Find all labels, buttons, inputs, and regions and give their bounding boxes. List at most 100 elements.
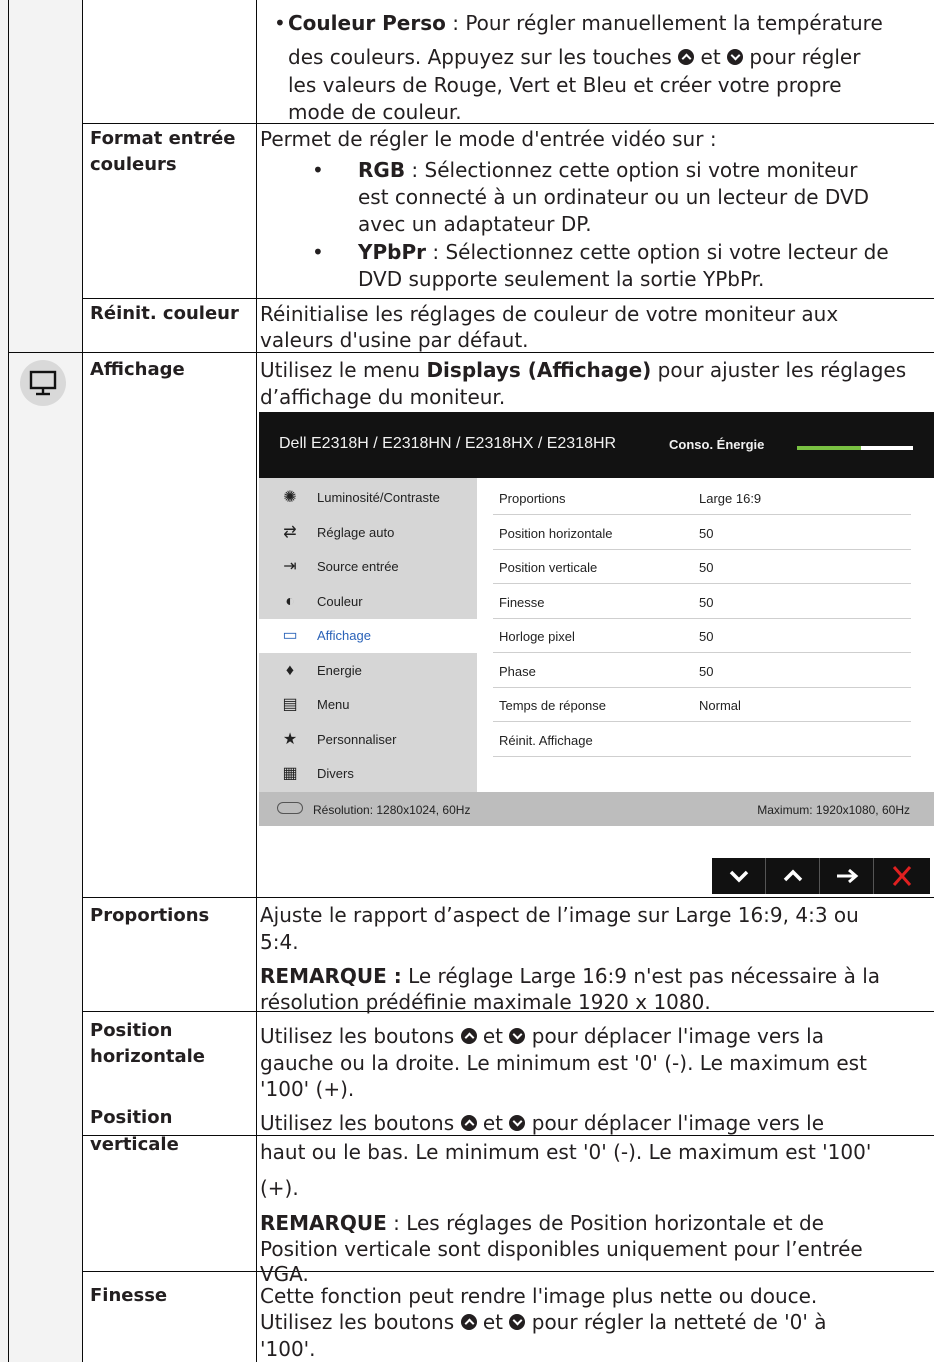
osd-nav-buttons (712, 858, 930, 894)
osd-menu-label: Menu (317, 697, 350, 712)
down-button-icon (509, 1314, 526, 1330)
osd-menu-item[interactable]: ⇥ Source entrée (259, 550, 477, 584)
rgb-line3: avec un adaptateur DP. (358, 212, 592, 236)
osd-resolution: Résolution: 1280x1024, 60Hz (313, 803, 471, 817)
osd-menu-item[interactable]: ▤ Menu (259, 688, 477, 722)
rgb-line2: est connecté à un ordinateur ou un lecte… (358, 185, 870, 209)
position-v-line2: haut ou le bas. Le minimum est '0' (-). … (260, 1140, 872, 1164)
osd-setting-value: 50 (699, 594, 714, 610)
star-icon: ★ (282, 730, 298, 748)
osd-setting-name: Position verticale (499, 560, 598, 575)
color-icon: ◐ (285, 592, 295, 610)
osd-setting-row[interactable]: Horloge pixel 50 (493, 619, 911, 653)
osd-setting-name: Finesse (499, 594, 545, 610)
proportions-label: Proportions (90, 905, 210, 926)
ypbpr-line2: DVD supporte seulement la sortie YPbPr. (358, 267, 765, 291)
osd-setting-row[interactable]: Finesse 50 (493, 585, 911, 619)
osd-setting-value: Normal (699, 698, 741, 713)
osd-setting-row[interactable]: Phase 50 (493, 654, 911, 688)
osd-maximum: Maximum: 1920x1080, 60Hz (757, 803, 910, 817)
bullet: • (274, 11, 286, 35)
brightness-icon: ✺ (283, 489, 297, 506)
osd-setting-value: 50 (699, 525, 714, 541)
affichage-line1: Utilisez le menu Displays (Affichage) po… (260, 358, 907, 382)
osd-setting-value: Large 16:9 (699, 491, 762, 506)
row-divider (82, 123, 934, 124)
osd-setting-name: Temps de réponse (499, 698, 606, 713)
proportions-line2: 5:4. (260, 930, 299, 954)
osd-setting-name: Réinit. Affichage (499, 732, 593, 748)
down-button-icon (727, 49, 744, 65)
osd-menu-label: Couleur (317, 593, 363, 609)
osd-settings-panel: Proportions Large 16:9 Position horizontal… (477, 478, 934, 792)
osd-setting-row[interactable]: Temps de réponse Normal (493, 688, 911, 722)
osd-menu-label: Réglage auto (317, 524, 395, 540)
osd-setting-name: Phase (499, 663, 536, 679)
chevron-down-icon[interactable] (712, 858, 766, 894)
osd-menu-item[interactable]: ⇄ Réglage auto (259, 516, 477, 550)
osd-energy-label: Conso. Énergie (669, 437, 765, 452)
table-border-left (8, 0, 9, 1362)
down-button-icon (509, 1028, 526, 1044)
couleur-perso-line2: des couleurs. Appuyez sur les touches et… (288, 45, 861, 69)
close-icon[interactable] (874, 858, 930, 894)
position-v-label: Position (90, 1107, 173, 1128)
chevron-up-icon[interactable] (766, 858, 820, 894)
osd-setting-row[interactable]: Réinit. Affichage (493, 723, 911, 757)
affichage-line2: d’affichage du moniteur. (260, 385, 506, 409)
up-button-icon (460, 1314, 477, 1330)
osd-footer: Résolution: 1280x1024, 60Hz Maximum: 192… (259, 792, 934, 826)
position-h-line1: Utilisez les boutons et pour déplacer l'… (260, 1024, 824, 1048)
osd-setting-row[interactable]: Position horizontale 50 (493, 516, 911, 550)
osd-menu-item[interactable]: ▦ Divers (259, 757, 477, 791)
finesse-label: Finesse (90, 1285, 168, 1306)
others-icon: ▦ (282, 765, 298, 782)
proportions-line1: Ajuste le rapport d’aspect de l’image su… (260, 903, 859, 927)
format-entree-label-2: couleurs (90, 154, 177, 175)
reinit-couleur-label: Réinit. couleur (90, 303, 239, 324)
display-section-icon (20, 360, 66, 406)
couleur-perso-line3: les valeurs de Rouge, Vert et Bleu et cr… (288, 73, 842, 97)
input-source-icon: ⇥ (283, 558, 297, 575)
reinit-couleur-line2: valeurs d'usine par défaut. (260, 328, 529, 352)
position-v-note-2: Position verticale sont disponibles uniq… (260, 1237, 863, 1261)
menu-icon: ▤ (282, 696, 298, 713)
osd-model-name: Dell E2318H / E2318HN / E2318HX / E2318H… (279, 435, 617, 452)
finesse-line2: Utilisez les boutons et pour régler la n… (260, 1310, 827, 1334)
osd-menu-label: Affichage (317, 628, 371, 643)
osd-setting-row[interactable]: Proportions Large 16:9 (493, 481, 911, 515)
auto-adjust-icon: ⇄ (283, 523, 297, 541)
row-divider (82, 1271, 934, 1272)
osd-setting-row[interactable]: Position verticale 50 (493, 550, 911, 584)
osd-setting-name: Position horizontale (499, 525, 613, 541)
display-icon: ▭ (282, 627, 298, 644)
position-v-label-2: verticale (90, 1134, 179, 1155)
up-button-icon (460, 1115, 477, 1131)
osd-energy-bar (797, 446, 913, 450)
arrow-right-icon[interactable] (820, 858, 874, 894)
osd-header: Dell E2318H / E2318HN / E2318HX / E2318H… (259, 412, 934, 478)
osd-sidebar: ✺ Luminosité/Contraste ⇄ Réglage auto ⇥ Sourc… (259, 478, 477, 792)
osd-setting-value: 50 (699, 629, 714, 644)
osd-menu-item[interactable]: ▭ Affichage (259, 619, 477, 653)
row-divider (82, 298, 934, 299)
table-border-col2 (256, 0, 257, 1362)
osd-setting-name: Horloge pixel (499, 629, 575, 644)
osd-menu-item[interactable]: ◐ Couleur (259, 585, 477, 619)
format-entree-intro: Permet de régler le mode d'entrée vidéo … (260, 127, 717, 151)
position-h-label: Position (90, 1020, 173, 1041)
osd-menu-item[interactable]: ♦ Energie (259, 654, 477, 688)
couleur-perso-line1: Couleur Perso : Pour régler manuellement… (288, 11, 883, 35)
up-button-icon (460, 1028, 477, 1044)
reinit-couleur-line1: Réinitialise les réglages de couleur de … (260, 302, 839, 326)
position-h-label-2: horizontale (90, 1046, 206, 1067)
osd-menu-item[interactable]: ✺ Luminosité/Contraste (259, 481, 477, 515)
osd-menu-label: Personnaliser (317, 731, 397, 747)
osd-menu-label: Source entrée (317, 559, 399, 574)
position-v-line1: Utilisez les boutons et pour déplacer l'… (260, 1111, 825, 1135)
osd-menu-item[interactable]: ★ Personnaliser (259, 723, 477, 757)
finesse-line1: Cette fonction peut rendre l'image plus … (260, 1284, 818, 1308)
down-button-icon (509, 1115, 526, 1131)
osd-setting-value: 50 (699, 663, 714, 679)
position-v-note-1: REMARQUE : Les réglages de Position hori… (260, 1211, 824, 1235)
